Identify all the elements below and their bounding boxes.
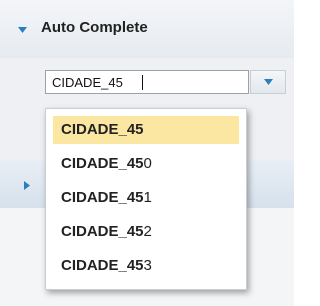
suggestion-item[interactable]: CIDADE_453	[53, 252, 239, 280]
triangle-down-icon[interactable]	[18, 27, 27, 33]
triangle-down-icon	[264, 79, 273, 85]
autocomplete-panel-header[interactable]: Auto Complete	[0, 0, 294, 58]
autocomplete-input[interactable]	[46, 71, 248, 93]
triangle-right-icon[interactable]	[24, 181, 30, 190]
autocomplete-dropdown-button[interactable]	[250, 70, 286, 94]
suggestion-item[interactable]: CIDADE_451	[53, 184, 239, 212]
panel-title: Auto Complete	[41, 19, 148, 36]
autocomplete-field[interactable]	[45, 70, 249, 94]
suggestion-item[interactable]: CIDADE_450	[53, 150, 239, 178]
text-caret	[142, 75, 143, 90]
suggestion-item[interactable]: CIDADE_45	[53, 116, 239, 144]
suggestion-item[interactable]: CIDADE_452	[53, 218, 239, 246]
suggestion-list: CIDADE_45 CIDADE_450 CIDADE_451 CIDADE_4…	[45, 108, 247, 290]
